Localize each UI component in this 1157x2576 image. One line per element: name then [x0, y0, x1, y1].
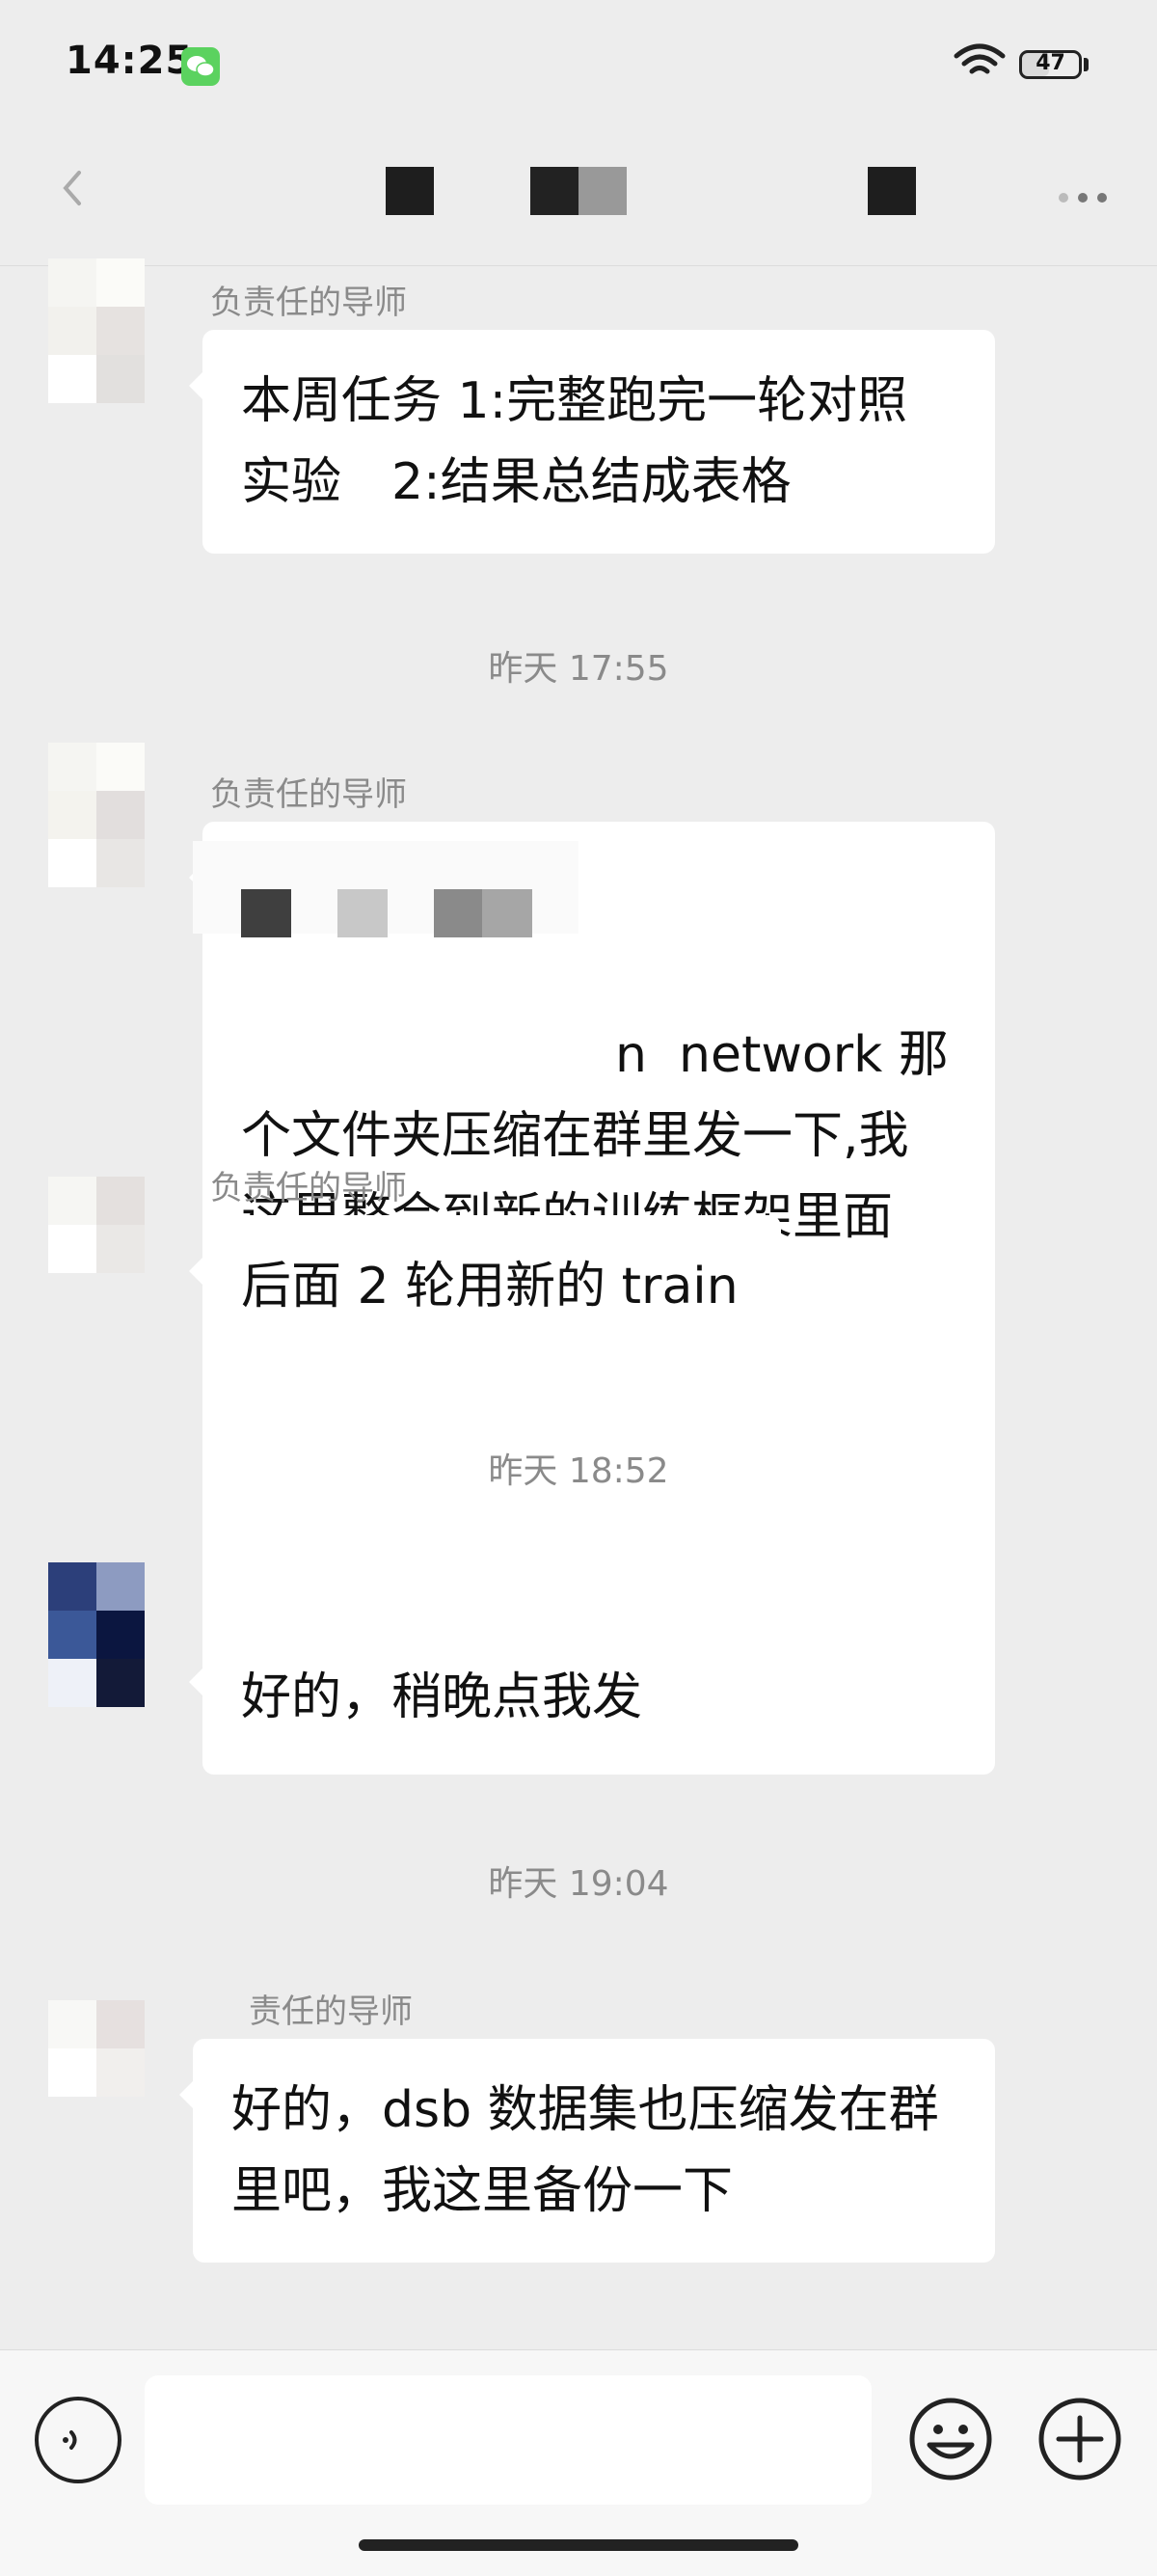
redaction-block	[241, 889, 291, 937]
status-time: 14:25	[66, 39, 194, 83]
battery-percent: 47	[1036, 51, 1065, 75]
avatar[interactable]	[39, 743, 154, 887]
message-bubble[interactable]: 后面 2 轮用新的 train	[189, 1215, 781, 1358]
sender-name: 负责任的导师	[210, 284, 407, 322]
status-bar: 14:25 47	[0, 0, 1157, 130]
message-bubble[interactable]: 好的，dsb 数据集也压缩发在群里吧，我这里备份一下	[179, 2039, 995, 2263]
battery-indicator: 47	[1019, 50, 1082, 79]
chat-title-redacted	[530, 167, 578, 215]
timestamp: 昨天 18:52	[488, 1451, 669, 1491]
avatar[interactable]	[39, 258, 154, 403]
chevron-left-icon[interactable]	[48, 159, 96, 217]
redaction-block	[482, 889, 532, 937]
message-bubble[interactable]: 好的，稍晚点我发	[189, 1626, 719, 1769]
redaction-block	[337, 889, 388, 937]
message-input[interactable]	[145, 2375, 872, 2505]
sender-name: 负责任的导师	[210, 775, 407, 814]
chat-title-redacted	[868, 167, 916, 215]
message-bubble[interactable]: 本周任务 1:完整跑完一轮对照实验 2:结果总结成表格	[189, 330, 995, 554]
wifi-icon	[954, 43, 1006, 74]
chat-title-redacted	[386, 167, 434, 215]
avatar[interactable]	[39, 1983, 154, 2099]
sender-name: 负责任的导师	[210, 1169, 407, 1207]
wechat-notification-icon	[181, 47, 220, 86]
avatar[interactable]	[39, 1562, 154, 1707]
battery-tip	[1084, 58, 1089, 71]
avatar[interactable]	[39, 1177, 154, 1292]
timestamp: 昨天 19:04	[488, 1864, 669, 1904]
timestamp: 昨天 17:55	[488, 649, 669, 689]
sender-name: 责任的导师	[249, 1993, 413, 2031]
emoji-icon[interactable]	[906, 2395, 995, 2483]
chat-header	[0, 130, 1157, 266]
voice-icon[interactable]	[35, 2397, 121, 2483]
chat-title-redacted	[578, 167, 627, 215]
plus-icon[interactable]	[1036, 2395, 1124, 2483]
home-indicator[interactable]	[359, 2539, 798, 2551]
more-dots-icon[interactable]	[1059, 183, 1117, 212]
redaction-block	[434, 889, 484, 937]
